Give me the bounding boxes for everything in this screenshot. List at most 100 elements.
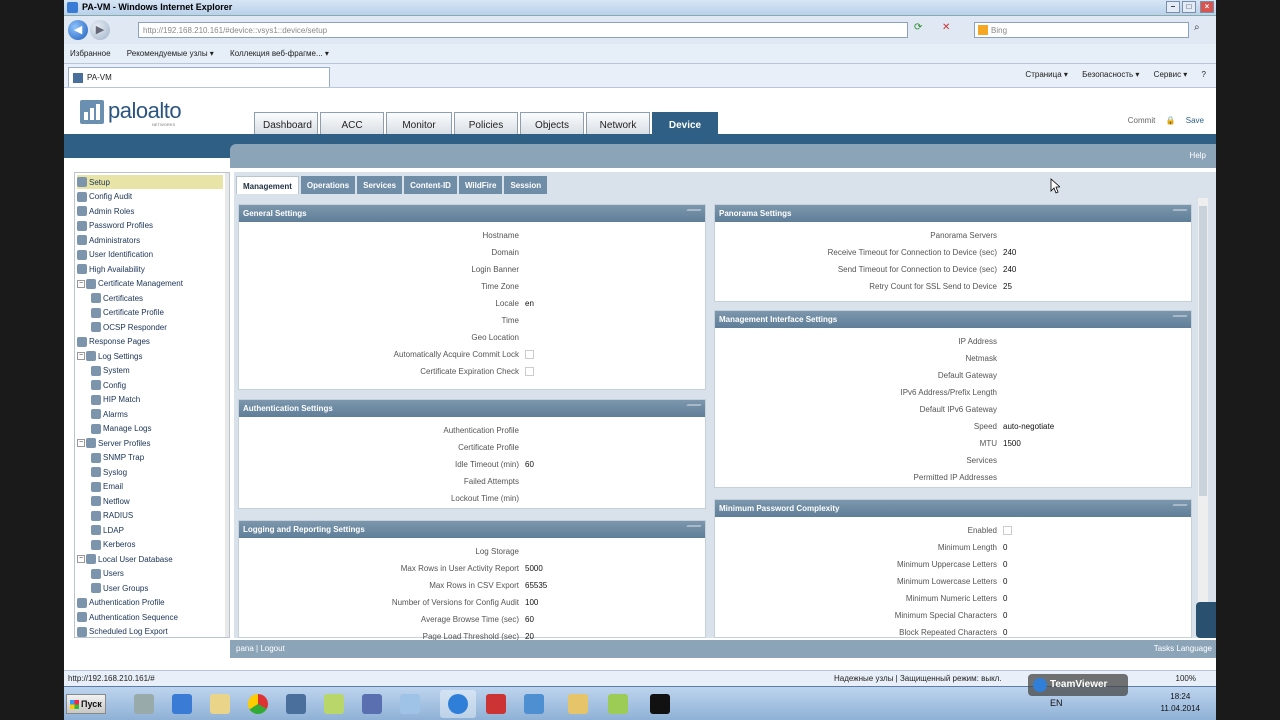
subtab-services[interactable]: Services	[357, 176, 403, 194]
refresh-icon[interactable]: ⟳	[914, 22, 922, 33]
browser-tab[interactable]: PA-VM	[68, 67, 330, 87]
tab-device[interactable]: Device	[652, 112, 718, 134]
nav-item-hip-match[interactable]: HIP Match	[91, 393, 223, 407]
tree-toggle-icon[interactable]: −	[77, 555, 85, 563]
lock-icon[interactable]: 🔒	[1166, 116, 1176, 125]
close-icon[interactable]: ×	[1200, 1, 1214, 13]
tab-network[interactable]: Network	[586, 112, 650, 134]
tree-toggle-icon[interactable]: −	[77, 439, 85, 447]
favorites-button[interactable]: Избранное	[70, 49, 111, 58]
edit-gear-icon[interactable]	[682, 209, 702, 218]
menu-security[interactable]: Безопасность ▾	[1082, 70, 1139, 79]
taskbar-app-13[interactable]	[600, 690, 636, 718]
taskbar-app-6[interactable]	[316, 690, 352, 718]
nav-item-syslog[interactable]: Syslog	[91, 465, 223, 479]
taskbar-app-3[interactable]	[202, 690, 238, 718]
edit-gear-icon[interactable]	[682, 404, 702, 413]
language-indicator[interactable]: EN	[1050, 698, 1063, 708]
taskbar-app-2[interactable]	[164, 690, 200, 718]
subtab-content-id[interactable]: Content-ID	[404, 176, 457, 194]
ie-taskbar-icon[interactable]	[440, 690, 476, 718]
search-input[interactable]: Bing	[974, 22, 1189, 38]
content-scrollbar[interactable]	[1198, 198, 1208, 638]
tasks-link[interactable]: Tasks	[1154, 644, 1174, 653]
clock[interactable]: 18:24 11.04.2014	[1161, 691, 1200, 715]
nav-item-certificate-profile[interactable]: Certificate Profile	[91, 306, 223, 320]
nav-item-authentication-sequence[interactable]: Authentication Sequence	[77, 610, 223, 624]
side-widget[interactable]	[1196, 602, 1216, 638]
nav-item-admin-roles[interactable]: Admin Roles	[77, 204, 223, 218]
nav-item-ldap[interactable]: LDAP	[91, 523, 223, 537]
nav-item-alarms[interactable]: Alarms	[91, 407, 223, 421]
nav-item-scheduled-log-export[interactable]: Scheduled Log Export	[77, 625, 223, 638]
menu-tools[interactable]: Сервис ▾	[1154, 70, 1188, 79]
help-icon[interactable]: ?	[1202, 70, 1206, 79]
edit-gear-icon[interactable]	[682, 525, 702, 534]
subtab-session[interactable]: Session	[504, 176, 548, 194]
nav-item-config-audit[interactable]: Config Audit	[77, 190, 223, 204]
subtab-management[interactable]: Management	[236, 176, 299, 194]
search-icon[interactable]: ⌕	[1194, 22, 1200, 33]
forward-icon[interactable]: ▶	[90, 20, 110, 40]
subtab-wildfire[interactable]: WildFire	[458, 176, 503, 194]
nav-item-user-identification[interactable]: User Identification	[77, 248, 223, 262]
menu-page[interactable]: Страница ▾	[1025, 70, 1068, 79]
commit-button[interactable]: Commit	[1128, 116, 1156, 125]
nav-item-high-availability[interactable]: High Availability	[77, 262, 223, 276]
nav-item-response-pages[interactable]: Response Pages	[77, 335, 223, 349]
nav-item-password-profiles[interactable]: Password Profiles	[77, 219, 223, 233]
nav-item-authentication-profile[interactable]: Authentication Profile	[77, 596, 223, 610]
nav-item-system[interactable]: System	[91, 364, 223, 378]
nav-item-config[interactable]: Config	[91, 378, 223, 392]
nav-item-users[interactable]: Users	[91, 567, 223, 581]
tree-scrollbar[interactable]	[225, 173, 229, 637]
nav-item-administrators[interactable]: Administrators	[77, 233, 223, 247]
save-button[interactable]: Save	[1186, 116, 1204, 125]
nav-item-netflow[interactable]: Netflow	[91, 494, 223, 508]
zoom-level[interactable]: 100%	[1176, 674, 1196, 683]
tab-dashboard[interactable]: Dashboard	[254, 112, 318, 134]
help-button[interactable]: Help	[1190, 151, 1206, 160]
nav-item-kerberos[interactable]: Kerberos	[91, 538, 223, 552]
nav-item-ocsp-responder[interactable]: OCSP Responder	[91, 320, 223, 334]
edit-gear-icon[interactable]	[1168, 209, 1188, 218]
nav-item-server-profiles[interactable]: − Server Profiles	[77, 436, 223, 450]
address-bar[interactable]: http://192.168.210.161/#device::vsys1::d…	[138, 22, 908, 38]
nav-item-snmp-trap[interactable]: SNMP Trap	[91, 451, 223, 465]
terminal-icon[interactable]	[642, 690, 678, 718]
taskbar-app-12[interactable]	[560, 690, 596, 718]
nav-item-setup[interactable]: Setup	[77, 175, 223, 189]
logout-link[interactable]: Logout	[260, 644, 284, 653]
tree-toggle-icon[interactable]: −	[77, 279, 85, 288]
edit-gear-icon[interactable]	[1168, 315, 1188, 324]
teamviewer-badge[interactable]: TeamViewer	[1028, 674, 1128, 696]
language-link[interactable]: Language	[1176, 644, 1212, 653]
nav-item-radius[interactable]: RADIUS	[91, 509, 223, 523]
tab-monitor[interactable]: Monitor	[386, 112, 452, 134]
minimize-icon[interactable]: –	[1166, 1, 1180, 13]
nav-item-email[interactable]: Email	[91, 480, 223, 494]
fav-link-1[interactable]: Коллекция веб-фрагме... ▾	[230, 49, 329, 58]
stop-icon[interactable]: ✕	[942, 22, 950, 33]
tab-policies[interactable]: Policies	[454, 112, 518, 134]
maximize-icon[interactable]: □	[1182, 1, 1196, 13]
taskbar-app-1[interactable]	[126, 690, 162, 718]
tree-toggle-icon[interactable]: −	[77, 352, 85, 360]
nav-item-log-settings[interactable]: − Log Settings	[77, 349, 223, 363]
subtab-operations[interactable]: Operations	[300, 176, 356, 194]
taskbar-app-8[interactable]	[392, 690, 428, 718]
tab-acc[interactable]: ACC	[320, 112, 384, 134]
taskbar-app-5[interactable]	[278, 690, 314, 718]
taskbar-app-10[interactable]	[478, 690, 514, 718]
nav-item-certificate-management[interactable]: − Certificate Management	[77, 277, 223, 291]
chrome-icon[interactable]	[240, 690, 276, 718]
tab-objects[interactable]: Objects	[520, 112, 584, 134]
edit-gear-icon[interactable]	[1168, 504, 1188, 513]
nav-item-local-user-database[interactable]: − Local User Database	[77, 552, 223, 566]
taskbar-app-11[interactable]	[516, 690, 552, 718]
back-icon[interactable]: ◀	[68, 20, 88, 40]
nav-item-user-groups[interactable]: User Groups	[91, 581, 223, 595]
nav-item-manage-logs[interactable]: Manage Logs	[91, 422, 223, 436]
taskbar-app-7[interactable]	[354, 690, 390, 718]
fav-link-0[interactable]: Рекомендуемые узлы ▾	[127, 49, 214, 58]
